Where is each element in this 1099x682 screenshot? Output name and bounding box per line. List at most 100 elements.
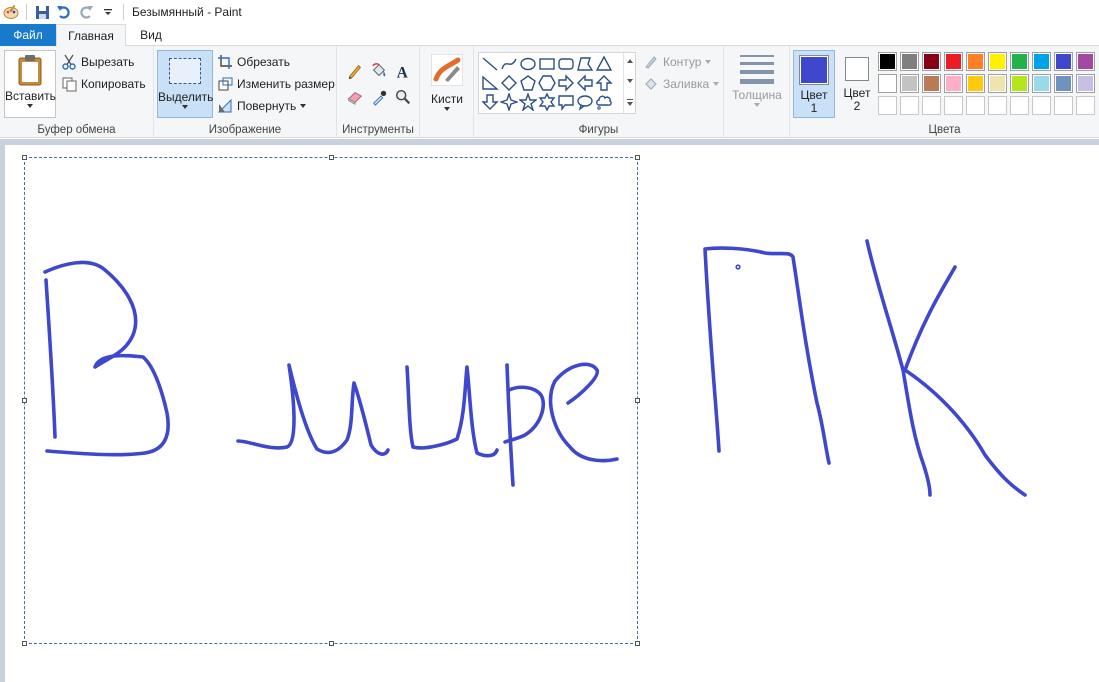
palette-swatch[interactable] bbox=[878, 74, 897, 93]
palette-swatch[interactable] bbox=[1076, 52, 1095, 71]
crop-label: Обрезать bbox=[237, 55, 290, 69]
rotate-button[interactable]: Повернуть bbox=[216, 96, 307, 116]
pencil-icon[interactable] bbox=[346, 62, 366, 82]
thickness-button[interactable]: Толщина bbox=[730, 52, 784, 118]
shape-arrow-left-icon[interactable] bbox=[576, 74, 594, 92]
shape-polygon-icon[interactable] bbox=[576, 55, 594, 73]
resize-handle-top-left[interactable] bbox=[22, 155, 27, 160]
palette-swatch[interactable] bbox=[900, 74, 919, 93]
crop-button[interactable]: Обрезать bbox=[216, 52, 290, 72]
tab-view[interactable]: Вид bbox=[128, 24, 174, 46]
scroll-up-icon[interactable] bbox=[627, 59, 633, 63]
shape-arrow-right-icon[interactable] bbox=[557, 74, 575, 92]
palette-swatch[interactable] bbox=[1010, 74, 1029, 93]
palette-swatch[interactable] bbox=[1010, 52, 1029, 71]
palette-swatch[interactable] bbox=[1054, 96, 1073, 115]
shape-oval-callout-icon[interactable] bbox=[576, 93, 594, 111]
shape-hexagon-icon[interactable] bbox=[538, 74, 556, 92]
shape-line-icon[interactable] bbox=[481, 55, 499, 73]
shape-curve-icon[interactable] bbox=[500, 55, 518, 73]
palette-swatch[interactable] bbox=[966, 74, 985, 93]
resize-handle-bottom[interactable] bbox=[329, 641, 334, 646]
palette-swatch[interactable] bbox=[988, 96, 1007, 115]
palette-swatch[interactable] bbox=[922, 52, 941, 71]
redo-icon[interactable] bbox=[75, 1, 97, 23]
palette-swatch[interactable] bbox=[1054, 52, 1073, 71]
palette-swatch[interactable] bbox=[944, 52, 963, 71]
shape-right-triangle-icon[interactable] bbox=[481, 74, 499, 92]
palette-swatch[interactable] bbox=[966, 96, 985, 115]
magnifier-icon[interactable] bbox=[394, 88, 414, 108]
palette-swatch[interactable] bbox=[922, 74, 941, 93]
shape-arrow-up-icon[interactable] bbox=[595, 74, 613, 92]
selection-rectangle[interactable] bbox=[22, 155, 640, 646]
select-button[interactable]: Выделить bbox=[157, 50, 213, 118]
stroke-dot bbox=[735, 264, 741, 270]
shape-diamond-icon[interactable] bbox=[500, 74, 518, 92]
color2-button[interactable]: Цвет 2 bbox=[837, 50, 877, 118]
fill-bucket-icon bbox=[642, 75, 660, 93]
canvas-workspace bbox=[0, 139, 1099, 682]
palette-swatch[interactable] bbox=[878, 52, 897, 71]
palette-swatch[interactable] bbox=[1032, 96, 1051, 115]
shape-four-point-star-icon[interactable] bbox=[500, 93, 518, 111]
palette-swatch[interactable] bbox=[922, 96, 941, 115]
palette-swatch[interactable] bbox=[988, 74, 1007, 93]
palette-swatch[interactable] bbox=[1054, 74, 1073, 93]
ribbon: Вставить Вырезать Копировать Буфер обмен… bbox=[0, 46, 1099, 138]
copy-button[interactable]: Копировать bbox=[60, 74, 146, 94]
cut-button[interactable]: Вырезать bbox=[60, 52, 134, 72]
shapes-gallery-scrollbar[interactable] bbox=[623, 53, 635, 113]
palette-swatch[interactable] bbox=[944, 74, 963, 93]
fill-icon[interactable] bbox=[370, 62, 390, 82]
paste-button[interactable]: Вставить bbox=[4, 50, 56, 118]
text-icon[interactable]: A bbox=[394, 62, 414, 82]
customize-quick-access-icon[interactable] bbox=[97, 1, 119, 23]
brushes-button[interactable]: Кисти bbox=[426, 52, 468, 118]
palette-swatch[interactable] bbox=[900, 52, 919, 71]
shape-six-point-star-icon[interactable] bbox=[538, 93, 556, 111]
palette-swatch[interactable] bbox=[1032, 52, 1051, 71]
palette-swatch[interactable] bbox=[966, 52, 985, 71]
resize-handle-bottom-right[interactable] bbox=[635, 641, 640, 646]
color-picker-icon[interactable] bbox=[370, 88, 390, 108]
resize-handle-top-right[interactable] bbox=[635, 155, 640, 160]
shape-cloud-callout-icon[interactable] bbox=[595, 93, 613, 111]
brush-icon bbox=[430, 53, 464, 87]
shape-triangle-icon[interactable] bbox=[595, 55, 613, 73]
palette-swatch[interactable] bbox=[944, 96, 963, 115]
thickness-label: Толщина bbox=[732, 88, 782, 102]
outline-button[interactable]: Контур bbox=[642, 52, 712, 72]
resize-handle-bottom-left[interactable] bbox=[22, 641, 27, 646]
resize-handle-right[interactable] bbox=[635, 398, 640, 403]
palette-swatch[interactable] bbox=[988, 52, 1007, 71]
tools-group-label: Инструменты bbox=[342, 124, 414, 136]
tab-file[interactable]: Файл bbox=[0, 24, 56, 46]
palette-swatch[interactable] bbox=[1076, 96, 1095, 115]
palette-swatch[interactable] bbox=[1076, 74, 1095, 93]
shape-oval-icon[interactable] bbox=[519, 55, 537, 73]
save-icon[interactable] bbox=[31, 1, 53, 23]
shape-rect-callout-icon[interactable] bbox=[557, 93, 575, 111]
resize-handle-top[interactable] bbox=[329, 155, 334, 160]
palette-swatch[interactable] bbox=[900, 96, 919, 115]
shape-rectangle-icon[interactable] bbox=[538, 55, 556, 73]
color1-button[interactable]: Цвет 1 bbox=[793, 50, 835, 118]
expand-gallery-icon[interactable] bbox=[627, 99, 633, 100]
palette-swatch[interactable] bbox=[1010, 96, 1029, 115]
resize-button[interactable]: Изменить размер bbox=[216, 74, 335, 94]
drawing-canvas[interactable] bbox=[5, 145, 1099, 682]
eraser-icon[interactable] bbox=[346, 88, 366, 108]
shape-rounded-rectangle-icon[interactable] bbox=[557, 55, 575, 73]
shape-arrow-down-icon[interactable] bbox=[481, 93, 499, 111]
shape-pentagon-icon[interactable] bbox=[519, 74, 537, 92]
palette-swatch[interactable] bbox=[878, 96, 897, 115]
scroll-down-icon[interactable] bbox=[627, 79, 633, 83]
paint-app-icon[interactable] bbox=[0, 1, 22, 23]
palette-swatch[interactable] bbox=[1032, 74, 1051, 93]
shape-five-point-star-icon[interactable] bbox=[519, 93, 537, 111]
resize-handle-left[interactable] bbox=[22, 398, 27, 403]
undo-icon[interactable] bbox=[53, 1, 75, 23]
fill-shape-button[interactable]: Заливка bbox=[642, 74, 720, 94]
tab-home[interactable]: Главная bbox=[56, 24, 126, 47]
